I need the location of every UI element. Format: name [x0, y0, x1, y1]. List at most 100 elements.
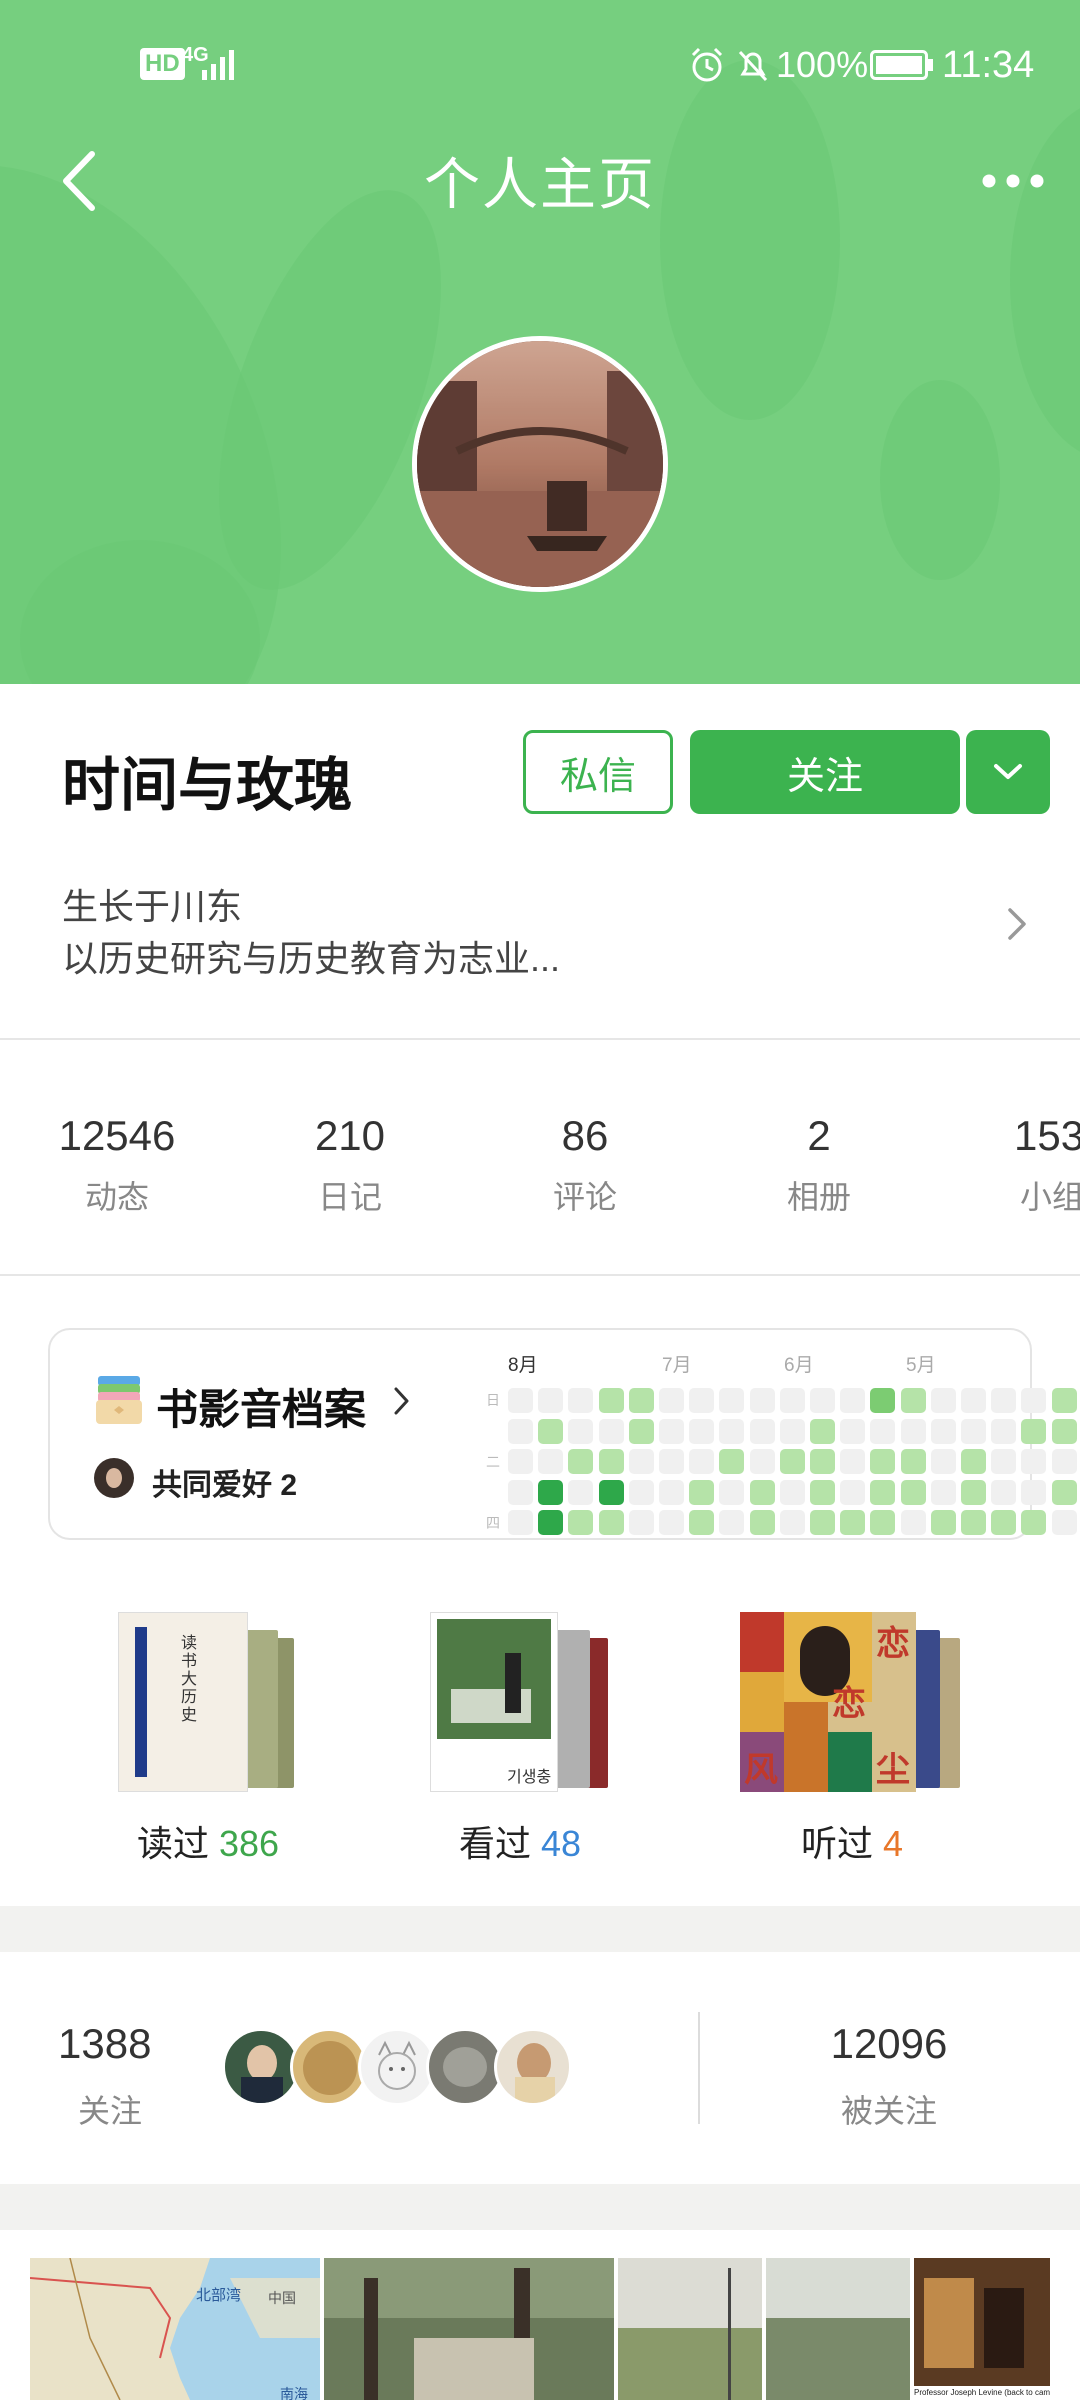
stat-value: 12546	[58, 1112, 176, 1159]
media-verb: 看过	[458, 1823, 531, 1864]
heatmap-cell	[598, 1388, 624, 1413]
message-button[interactable]: 私信	[523, 730, 673, 814]
heatmap-cell	[749, 1418, 775, 1444]
stat-value: 86	[561, 1112, 609, 1159]
media-verb: 读过	[136, 1823, 209, 1864]
avatar	[494, 2028, 572, 2106]
heatmap-cell	[749, 1479, 775, 1505]
stat-label: 相册	[786, 1179, 851, 1215]
map-label: 北部湾	[196, 2287, 242, 2304]
heatmap-cell	[568, 1449, 594, 1474]
heatmap-cell	[900, 1479, 926, 1505]
movie-poster: 기생충	[430, 1612, 558, 1792]
follow-dropdown-button[interactable]	[966, 730, 1050, 814]
photo-garden	[324, 2258, 614, 2400]
heatmap-cell	[508, 1479, 533, 1505]
book-title-text: 读书大历史	[181, 1635, 198, 1724]
media-listened-label: 听过 4	[702, 1815, 1002, 1867]
stat-label: 小组	[1020, 1179, 1080, 1215]
heatmap-cell	[930, 1449, 956, 1474]
heatmap-cell	[628, 1510, 654, 1535]
avatar	[358, 2028, 436, 2106]
heatmap-cell	[749, 1388, 775, 1413]
followers-label: 被关注	[840, 2093, 937, 2129]
more-options-icon[interactable]	[980, 166, 1046, 196]
heatmap-cell	[568, 1418, 594, 1444]
heatmap-cell	[1051, 1449, 1077, 1474]
heatmap-cell	[870, 1388, 896, 1413]
book-cover: 读书大历史	[118, 1612, 248, 1792]
stat-label: 日记	[317, 1179, 382, 1215]
chevron-down-icon	[994, 764, 1022, 779]
heatmap-cell	[870, 1449, 896, 1474]
heatmap-cell	[900, 1388, 926, 1413]
heatmap-cell	[991, 1510, 1017, 1535]
heatmap-cell	[628, 1449, 654, 1474]
heatmap-cell	[538, 1479, 564, 1505]
hd-badge: HD	[140, 48, 185, 80]
heatmap-cell	[870, 1510, 896, 1535]
album-char: 恋	[832, 1685, 866, 1723]
heatmap-cell	[508, 1449, 533, 1474]
heatmap-cell	[961, 1418, 986, 1444]
mute-bell-icon	[738, 50, 768, 82]
heatmap-cell	[779, 1388, 805, 1413]
heatmap-cell	[1021, 1479, 1047, 1505]
photo-strip[interactable]: 北部湾 中国 南海 Professor Joseph Levine (back …	[0, 2258, 1080, 2400]
movie-stack: 기생충	[430, 1612, 612, 1792]
photo-landscape	[766, 2258, 910, 2400]
heatmap-cell	[1051, 1479, 1077, 1505]
heatmap-cell	[810, 1479, 835, 1505]
heatmap-cell	[719, 1449, 745, 1474]
heatmap-cell	[628, 1479, 654, 1505]
heatmap-cell	[840, 1388, 866, 1413]
heatmap-cell	[810, 1388, 835, 1413]
heatmap-cell	[689, 1449, 715, 1474]
album-char: 恋	[876, 1625, 910, 1663]
album-cover: 恋 恋 风 尘	[740, 1612, 916, 1792]
heatmap-cell	[1021, 1510, 1047, 1535]
media-count: 4	[883, 1823, 904, 1864]
heatmap-cell	[689, 1510, 715, 1535]
alarm-icon	[691, 47, 723, 82]
heatmap-cell	[1051, 1510, 1077, 1535]
vertical-divider	[698, 2012, 700, 2124]
heatmap-cell	[689, 1418, 715, 1444]
heatmap-cell	[900, 1449, 926, 1474]
heatmap-cell	[568, 1479, 594, 1505]
divider	[0, 1038, 1080, 1040]
heatmap-cell	[749, 1449, 775, 1474]
heatmap-cell	[659, 1510, 684, 1535]
heatmap-cell	[598, 1449, 624, 1474]
archive-card[interactable]: 书影音档案 共同爱好 2 8月 7月 6月 5月 日 二 四	[48, 1328, 1077, 1540]
heatmap-cell	[719, 1479, 745, 1505]
stat-value: 153	[1014, 1112, 1080, 1159]
avatar	[290, 2028, 368, 2106]
media-count: 386	[218, 1823, 280, 1864]
heatmap-cell	[840, 1479, 866, 1505]
bio-line-2: 以历史研究与历史教育为志业...	[62, 938, 561, 979]
heatmap-cell	[1021, 1388, 1047, 1413]
heatmap-cell	[508, 1388, 533, 1413]
follow-button[interactable]: 关注	[690, 730, 960, 814]
heatmap-cell	[779, 1479, 805, 1505]
heatmap-cell	[659, 1418, 684, 1444]
battery-percent: 100%	[776, 44, 869, 85]
heatmap-cell	[598, 1479, 624, 1505]
map-label: 中国	[268, 2290, 296, 2306]
chevron-right-icon	[1008, 908, 1026, 940]
movie-poster-title: 기생충	[507, 1769, 552, 1786]
heatmap-cell	[991, 1418, 1017, 1444]
followers-count: 12096	[830, 2020, 948, 2067]
following-label: 关注	[78, 2093, 143, 2129]
media-watched-label: 看过 48	[370, 1815, 670, 1867]
stat-value: 210	[314, 1112, 386, 1159]
heatmap-cell	[900, 1510, 926, 1535]
heatmap-cell	[538, 1510, 564, 1535]
heatmap-cell	[779, 1510, 805, 1535]
book-stack: 读书大历史	[118, 1612, 300, 1792]
heatmap-cell	[810, 1449, 835, 1474]
media-verb: 听过	[800, 1823, 873, 1864]
heatmap-cell	[870, 1479, 896, 1505]
user-avatar[interactable]	[412, 336, 668, 592]
